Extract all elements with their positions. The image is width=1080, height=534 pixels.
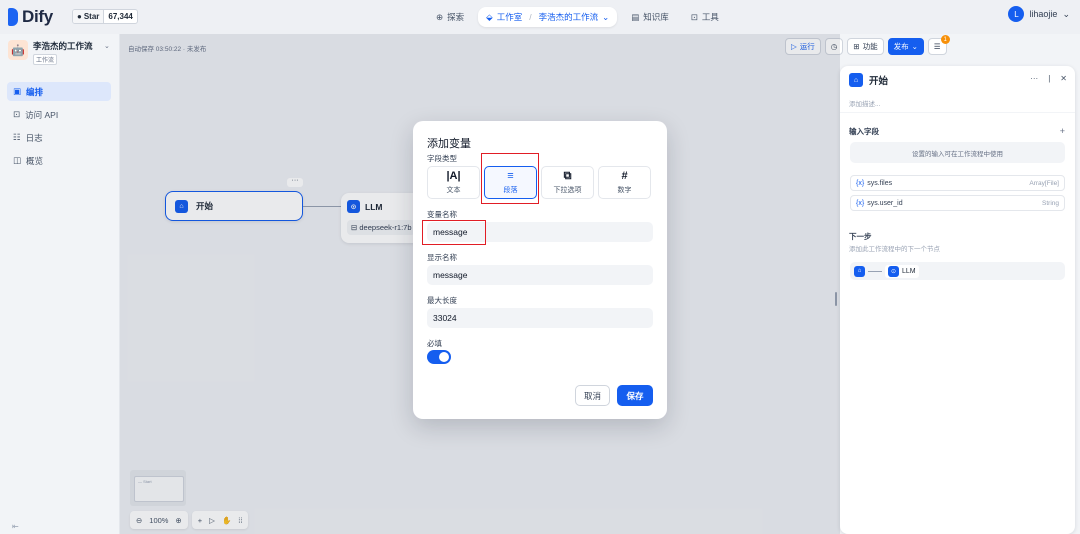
- home-icon: ⌂: [854, 265, 865, 277]
- user-menu[interactable]: L lihaojie ⌄: [1008, 6, 1070, 22]
- type-option-number[interactable]: # 数字: [598, 166, 651, 199]
- display-name-label: 显示名称: [427, 253, 457, 262]
- variable-icon: {x}: [856, 179, 865, 187]
- next-step-desc: 添加此工作流程中的下一个节点: [849, 246, 940, 253]
- app-card[interactable]: 🤖 李浩杰的工作流 工作流: [8, 40, 93, 65]
- chart-icon: ◫: [13, 155, 22, 165]
- required-toggle[interactable]: [427, 350, 451, 364]
- github-star-count: 67,344: [108, 12, 133, 21]
- type-option-select[interactable]: ⧉ 下拉选项: [541, 166, 594, 199]
- orchestrate-icon: ▣: [13, 86, 22, 96]
- cancel-button[interactable]: 取消: [575, 385, 610, 406]
- panel-title: ⌂ 开始: [849, 73, 888, 87]
- github-star-button[interactable]: ● Star 67,344: [72, 9, 138, 24]
- sidebar-item-logs[interactable]: ☷ 日志: [7, 128, 111, 147]
- checklist-button[interactable]: ☰ 1: [927, 35, 950, 55]
- compass-icon: ⊕: [436, 11, 444, 22]
- notify-badge: 1: [940, 35, 950, 44]
- home-icon: ⌂: [849, 73, 863, 87]
- add-variable-modal: 添加变量 字段类型 |A| 文本 ≡ 段落 ⧉ 下拉选项 # 数字 变量名称 messa…: [413, 121, 667, 419]
- field-type-label: 字段类型: [427, 154, 457, 163]
- node-config-panel: ⌂ 开始 ··· | ✕ 添加描述... 输入字段 + 设置的输入可在工作流程中…: [840, 66, 1075, 534]
- panel-divider: [840, 112, 1075, 113]
- studio-icon: ⬙: [486, 11, 493, 22]
- next-step-row[interactable]: ⌂ ⊙ LLM: [850, 262, 1065, 280]
- panel-description-input[interactable]: 添加描述...: [849, 98, 880, 108]
- terminal-icon: ⊡: [13, 109, 21, 119]
- nav-studio[interactable]: ⬙ 工作室 / 李浩杰的工作流 ⌄: [478, 7, 618, 27]
- chevron-down-icon: ⌄: [602, 11, 610, 22]
- max-length-label: 最大长度: [427, 296, 457, 305]
- github-star-label: ● Star: [73, 10, 105, 23]
- modal-title: 添加变量: [427, 138, 471, 150]
- display-name-input[interactable]: message: [427, 265, 653, 285]
- next-step-heading: 下一步: [849, 232, 872, 241]
- publish-button[interactable]: 发布 ⌄: [887, 38, 924, 55]
- features-icon: ⊞: [853, 42, 860, 51]
- sidebar-item-overview[interactable]: ◫ 概览: [7, 151, 111, 170]
- user-name: lihaojie: [1029, 9, 1058, 19]
- connector-line: [868, 270, 882, 272]
- brand-name: Dify: [22, 7, 53, 26]
- checklist-icon: ☰: [933, 42, 941, 51]
- sidebar-menu: ▣ 编排 ⊡ 访问 API ☷ 日志 ◫ 概览: [7, 82, 111, 174]
- avatar: L: [1008, 6, 1025, 22]
- add-input-icon[interactable]: +: [1060, 126, 1065, 136]
- app-type-tag: 工作流: [33, 54, 58, 65]
- top-bar: Dify ● Star 67,344 ⊕ 探索 ⬙ 工作室 / 李浩杰的工作流 ⌄ ▤ 知识库…: [0, 0, 1080, 34]
- close-icon[interactable]: ✕: [1060, 74, 1067, 83]
- nav-explore[interactable]: ⊕ 探索: [428, 7, 472, 27]
- highlight-box-paragraph: [481, 153, 539, 204]
- text-type-icon: |A|: [446, 169, 461, 182]
- toggle-knob: [439, 352, 449, 362]
- log-icon: ☷: [13, 132, 21, 142]
- left-sidebar: 🤖 李浩杰的工作流 工作流 ⌄ ▣ 编排 ⊡ 访问 API ☷ 日志 ◫ 概览 ⇤: [0, 34, 120, 534]
- more-icon[interactable]: ···: [1030, 74, 1038, 83]
- dify-logo[interactable]: Dify: [8, 7, 53, 27]
- input-fields-heading: 输入字段: [849, 127, 879, 136]
- field-type-options: |A| 文本 ≡ 段落 ⧉ 下拉选项 # 数字: [427, 166, 651, 199]
- nav-tools[interactable]: ⊡ 工具: [683, 7, 727, 27]
- sidebar-item-orchestrate[interactable]: ▣ 编排: [7, 82, 111, 101]
- features-button[interactable]: ⊞ 功能: [847, 38, 884, 55]
- highlight-box-varname: [422, 220, 486, 245]
- main-nav: ⊕ 探索 ⬙ 工作室 / 李浩杰的工作流 ⌄ ▤ 知识库 ⊡ 工具: [428, 7, 727, 27]
- app-title: 李浩杰的工作流: [33, 41, 93, 51]
- collapse-left-icon[interactable]: ⇤: [12, 522, 19, 531]
- nav-knowledge[interactable]: ▤ 知识库: [623, 7, 677, 27]
- divider-icon: |: [1048, 74, 1051, 83]
- llm-icon: ⊙: [888, 265, 899, 277]
- next-llm-node[interactable]: ⊙ LLM: [885, 264, 919, 278]
- chevron-down-icon: ⌄: [1062, 8, 1070, 19]
- system-var-row: {x} sys.files Array[File]: [850, 175, 1065, 191]
- number-icon: #: [621, 169, 628, 182]
- app-emoji-icon: 🤖: [8, 40, 28, 60]
- system-var-row: {x} sys.user_id String: [850, 195, 1065, 211]
- toolbox-icon: ⊡: [690, 11, 698, 22]
- input-hint: 设置的输入可在工作流程中使用: [850, 142, 1065, 163]
- chevron-down-icon: ⌄: [911, 42, 918, 51]
- variable-icon: {x}: [856, 199, 865, 207]
- panel-actions: ··· | ✕: [1030, 74, 1067, 83]
- book-icon: ▤: [631, 11, 640, 22]
- github-icon: ●: [77, 12, 82, 21]
- required-label: 必填: [427, 339, 442, 348]
- current-app-crumb[interactable]: 李浩杰的工作流: [539, 11, 599, 23]
- sidebar-item-api[interactable]: ⊡ 访问 API: [7, 105, 111, 124]
- type-option-text[interactable]: |A| 文本: [427, 166, 480, 199]
- dify-logo-mark-icon: [8, 8, 18, 26]
- save-button[interactable]: 保存: [617, 385, 653, 406]
- chevron-down-icon[interactable]: ⌄: [104, 42, 110, 50]
- select-icon: ⧉: [563, 169, 572, 182]
- var-name-label: 变量名称: [427, 210, 457, 219]
- max-length-input[interactable]: 33024: [427, 308, 653, 328]
